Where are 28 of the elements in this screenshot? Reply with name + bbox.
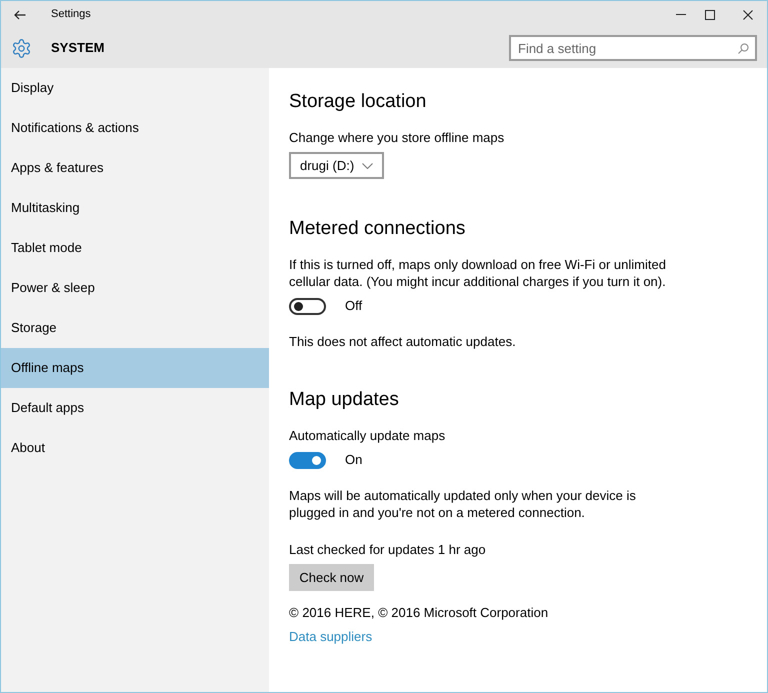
sidebar-item[interactable]: Offline maps — [1, 348, 269, 388]
description-text: Maps will be automatically updated only when your device is plugged in and you're not on a metered connection. — [289, 487, 637, 521]
setting-label: Change where you store offline maps — [289, 129, 506, 146]
page-title: SYSTEM — [51, 39, 104, 58]
drive-dropdown[interactable]: drugi (D:) — [289, 152, 384, 179]
section-heading: Storage location — [289, 90, 428, 114]
setting-label: Automatically update maps — [289, 427, 446, 444]
section-heading: Map updates — [289, 388, 400, 412]
chevron-down-icon — [362, 162, 374, 168]
last-checked-text: Last checked for updates 1 hr ago — [289, 541, 487, 558]
toggle-state-label: On — [345, 451, 362, 470]
toggle-switch[interactable] — [289, 452, 326, 468]
maximize-icon — [704, 10, 714, 20]
close-icon — [742, 10, 752, 20]
back-arrow-icon — [14, 10, 26, 20]
description-text: This does not affect automatic updates. — [289, 333, 517, 350]
toggle-state-label: Off — [345, 297, 362, 316]
toggle-switch[interactable] — [289, 298, 326, 314]
data-suppliers-link[interactable]: Data suppliers — [289, 628, 372, 645]
section-heading: Metered connections — [289, 217, 466, 241]
search-icon — [738, 43, 749, 54]
check-now-button[interactable]: Check now — [289, 564, 374, 591]
copyright-text: © 2016 HERE, © 2016 Microsoft Corporation — [289, 604, 550, 621]
window-title: Settings — [51, 7, 91, 22]
minimize-icon — [676, 14, 686, 15]
search-field[interactable]: Find a setting — [509, 35, 757, 61]
gear-icon — [11, 38, 32, 58]
description-text: If this is turned off, maps only download on free Wi-Fi or unlimited cellular data. (You might incur additional charges if you turn it on). — [289, 256, 667, 290]
